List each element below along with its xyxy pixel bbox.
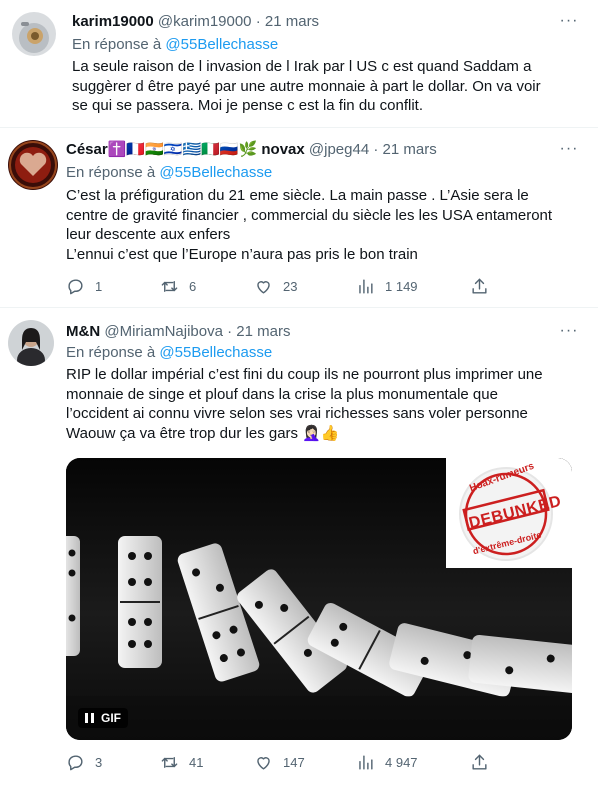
retweet-button[interactable]: 41 [160,752,203,772]
display-name-text: César [66,141,108,158]
reply-button[interactable]: 3 [66,752,102,772]
tweet-text: La seule raison de l invasion de l Irak … [72,57,541,116]
views-button[interactable]: 1 149 [356,276,418,296]
retweet-button[interactable]: 6 [160,276,196,296]
gif-label: GIF [101,711,121,725]
reply-icon [68,278,83,294]
reply-count: 1 [95,278,103,294]
reply-prefix: En réponse à [66,164,156,181]
reply-button[interactable]: 1 [66,276,102,296]
flag-icon: ✝️ [107,141,127,158]
debunked-stamp: Hoax-rumeurs DEBUNKED d'extrême-droite [446,458,572,568]
gif-badge[interactable]: GIF [78,708,128,728]
tweet-text: RIP le dollar impérial c’est fini du cou… [66,365,543,443]
tweet-text-line: leur descente aux enfers [66,226,231,243]
leaf-icon: 🌿 [238,141,258,158]
separator-dot: · [255,13,261,30]
flag-icon: 🇬🇷 [182,141,202,158]
reply-icon [68,754,83,770]
reply-prefix: En réponse à [66,344,156,361]
tweet-header: César✝️🇫🇷🇮🇳🇮🇱🇬🇷🇮🇹🇷🇺🌿 novax @jpeg44 · 21 … [66,140,437,160]
tweet-actions: 3 41 147 4 947 [66,752,566,772]
separator-dot: · [373,141,379,158]
views-count: 4 947 [385,754,418,770]
tweet-header: karim19000 @karim19000 · 21 mars [72,12,319,32]
retweet-count: 6 [189,278,197,294]
flag-icon: 🇮🇳 [145,141,164,158]
gif-media[interactable]: Hoax-rumeurs DEBUNKED d'extrême-droite G… [66,458,572,740]
user-handle[interactable]: @karim19000 [158,13,252,30]
like-button[interactable]: 23 [254,276,297,296]
flag-icon: 🇮🇱 [163,141,183,158]
tweet-actions: 1 6 23 1 149 [66,276,566,296]
share-icon [472,278,487,294]
tweet-text-line: suggèrer d être payé par une autre monna… [72,77,541,95]
reply-to-link[interactable]: @55Bellechasse [165,36,278,53]
reply-count: 3 [95,754,103,770]
tweet-text: C’est la préfiguration du 21 eme siècle.… [66,186,552,264]
tweet-jpeg44[interactable]: César✝️🇫🇷🇮🇳🇮🇱🇬🇷🇮🇹🇷🇺🌿 novax @jpeg44 · 21 … [0,128,598,307]
pause-icon [85,713,94,723]
like-button[interactable]: 147 [254,752,305,772]
tweet-text-line: La seule raison de l invasion de l Irak … [72,58,532,75]
avatar[interactable] [12,12,56,56]
flag-icon: 🇫🇷 [126,141,146,158]
like-count: 147 [283,754,305,770]
more-icon[interactable]: ··· [558,13,580,34]
tweet-header: M&N @MiriamNajibova · 21 mars [66,322,290,342]
tweet-text-line: se qui se passera. Moi je pense c est la… [72,97,424,114]
flag-icon: 🇮🇹 [201,141,220,158]
retweet-icon [161,756,178,768]
avatar[interactable] [8,320,54,366]
retweet-icon [161,280,178,292]
timestamp[interactable]: 21 mars [383,141,437,158]
tweet-text-line: L’ennui c’est que l’Europe n’aura pas pr… [66,245,418,263]
reply-to-link[interactable]: @55Bellechasse [159,164,272,181]
display-name[interactable]: karim19000 [72,13,154,30]
display-name[interactable]: M&N [66,323,100,340]
user-handle[interactable]: @jpeg44 [309,141,369,158]
share-button[interactable] [470,752,489,772]
tweet-text-line: l’occident ai connu vivre selon ses vrai… [66,405,528,422]
share-icon [472,754,487,770]
display-name[interactable]: César✝️🇫🇷🇮🇳🇮🇱🇬🇷🇮🇹🇷🇺🌿 novax [66,141,309,158]
timestamp[interactable]: 21 mars [265,13,319,30]
timestamp[interactable]: 21 mars [236,323,290,340]
views-count: 1 149 [385,278,418,294]
tweet-text-line: C’est la préfiguration du 21 eme siècle.… [66,187,529,204]
like-count: 23 [283,278,298,294]
avatar[interactable] [8,140,58,190]
views-icon [359,754,373,770]
tweet-text-line: RIP le dollar impérial c’est fini du cou… [66,366,543,383]
tweet-text-line: monnaie de singe et plouf dans la crise … [66,385,498,403]
reply-context: En réponse à @55Bellechasse [66,343,272,363]
views-icon [359,278,373,294]
reply-context: En réponse à @55Bellechasse [66,163,272,183]
retweet-count: 41 [189,754,204,770]
reply-to-link[interactable]: @55Bellechasse [159,344,272,361]
reply-prefix: En réponse à [72,36,162,53]
user-handle[interactable]: @MiriamNajibova [104,323,223,340]
display-name-suffix: novax [261,141,305,158]
more-icon[interactable]: ··· [558,323,580,344]
share-button[interactable] [470,276,489,296]
more-icon[interactable]: ··· [558,141,580,162]
like-icon [257,756,270,770]
tweet-text-line: centre de gravité financier , commercial… [66,206,553,224]
reply-context: En réponse à @55Bellechasse [72,35,278,55]
separator-dot: · [227,323,233,340]
like-icon [257,280,270,294]
tweet-text-line: Waouw ça va être trop dur les gars 🤦🏻‍♀️… [66,424,340,442]
flag-icon: 🇷🇺 [219,141,239,158]
views-button[interactable]: 4 947 [356,752,418,772]
tweet-karim19000[interactable]: karim19000 @karim19000 · 21 mars ··· En … [0,0,598,128]
